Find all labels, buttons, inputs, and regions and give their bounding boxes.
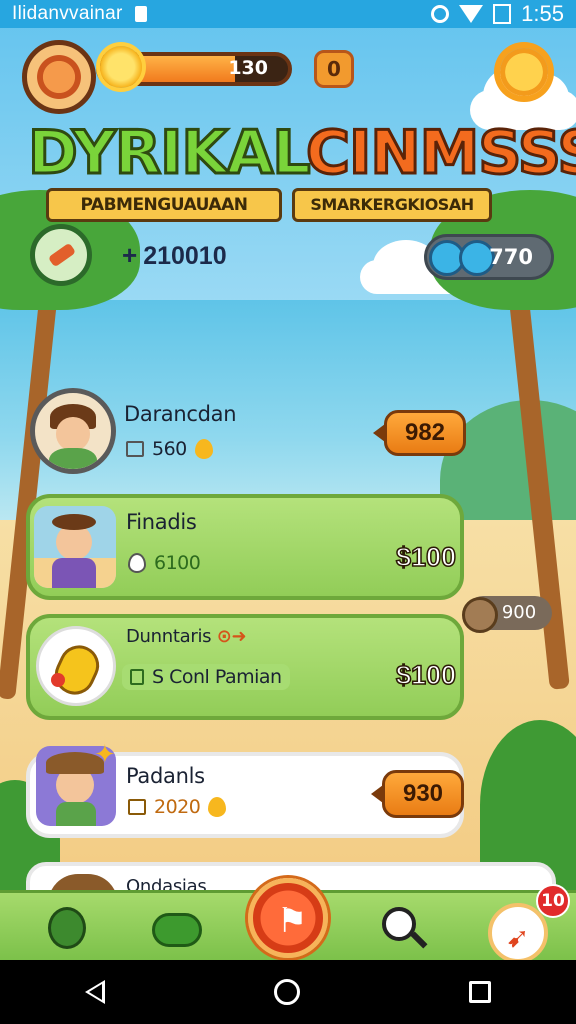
carrier-name: Ilidanvvainar (12, 3, 123, 24)
coin-button[interactable]: 0 (314, 50, 354, 88)
item-sub-value: 2020 (154, 796, 201, 818)
back-icon[interactable] (84, 980, 105, 1004)
item-sub: 560 (126, 438, 213, 460)
shoe-icon (36, 626, 116, 706)
item-name-text: Dunntaris (126, 626, 212, 647)
profile-emblem-icon[interactable] (22, 40, 96, 114)
price-tag[interactable]: 930 (371, 770, 464, 818)
chest-icon (126, 441, 144, 457)
score-value: 210010 (143, 242, 227, 270)
star-icon: ✦ (94, 740, 116, 770)
play-button[interactable]: ⚑ (248, 878, 328, 958)
avatar (34, 506, 116, 588)
skill-icon[interactable] (30, 224, 92, 286)
score-prefix: + (122, 240, 138, 270)
title-left: DYRIKAL (27, 117, 313, 190)
list-item[interactable]: Finadis 6100 $100 (26, 494, 464, 600)
eyes-value: 770 (489, 245, 533, 269)
item-sub-value: 560 (152, 438, 187, 460)
home-icon[interactable] (273, 979, 300, 1005)
game-title: DYRIKAL CINMSSS (27, 117, 576, 198)
chest-icon (128, 799, 146, 815)
system-nav-bar (0, 960, 576, 1024)
notification-badge: 10 (536, 884, 570, 918)
price-tag[interactable]: 982 (373, 410, 466, 456)
title-right: CINMSSS (305, 117, 576, 190)
item-price: $100 (395, 659, 457, 691)
character-tab-icon[interactable] (40, 901, 96, 957)
item-price: $100 (395, 541, 457, 573)
sim-icon (134, 6, 147, 22)
avatar (30, 388, 116, 474)
item-sub: S Conl Pamian (122, 664, 290, 690)
side-badge-value: 900 (501, 602, 537, 623)
item-name: Padanls (126, 764, 205, 788)
bush-tab-icon[interactable] (150, 901, 206, 957)
xp-text: 130 (228, 57, 268, 79)
subtitle-right: SMARKERGKIOSAH (292, 188, 492, 222)
item-sub: 2020 (128, 796, 227, 818)
list-item[interactable]: Darancdan 560 982 (26, 388, 466, 480)
side-badge[interactable]: 900 (462, 596, 552, 633)
flag-icon: ⚑ (277, 901, 308, 941)
eyes-badge[interactable]: 770 (424, 234, 554, 280)
arrow-icon: ⊙➜ (216, 626, 247, 647)
flame-icon (208, 797, 227, 817)
flame-icon (194, 439, 213, 459)
status-bar: Ilidanvvainar 1:55 (0, 0, 576, 28)
lantern-icon (130, 669, 144, 685)
item-name: Finadis (126, 510, 197, 534)
recent-apps-icon[interactable] (469, 981, 492, 1003)
search-tab-icon[interactable] (376, 901, 432, 957)
wifi-icon (459, 5, 484, 23)
subtitle-left: PABMENGUAUAAN (46, 188, 282, 222)
sun-icon (100, 46, 142, 88)
score-display: +210010 (122, 240, 227, 271)
item-sub: 6100 (128, 552, 201, 574)
attack-tab-icon[interactable]: ➹ (488, 901, 548, 963)
battery-icon (493, 4, 512, 24)
item-name: Darancdan (124, 402, 237, 426)
list-item[interactable]: Dunntaris ⊙➜ S Conl Pamian $100 (26, 614, 464, 720)
item-name: Dunntaris ⊙➜ (126, 626, 247, 647)
item-sub-value: S Conl Pamian (152, 666, 282, 688)
settings-sun-icon[interactable] (500, 48, 548, 96)
clock: 1:55 (521, 1, 564, 26)
item-sub-value: 6100 (154, 552, 201, 574)
alarm-icon (431, 5, 450, 23)
list-item[interactable]: ✦ Padanls 2020 930 (26, 740, 464, 838)
water-drop-icon (128, 553, 146, 573)
